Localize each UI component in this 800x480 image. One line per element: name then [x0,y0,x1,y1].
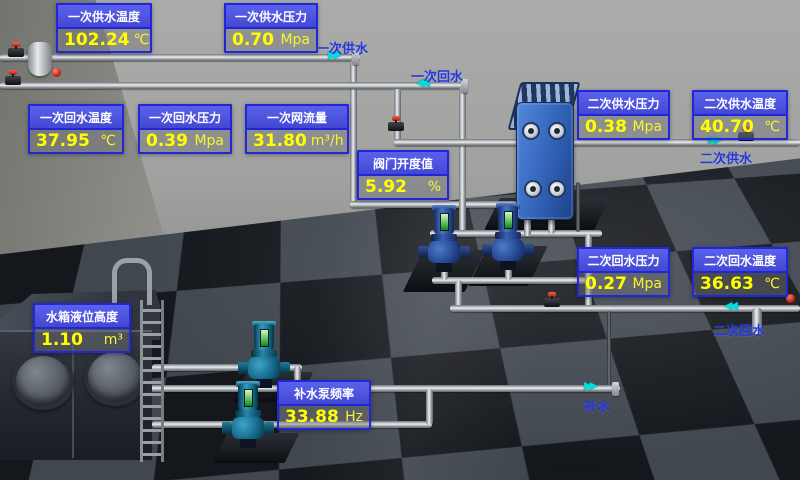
gauge-secondary-return-pressure: 二次回水压力 0.27 Mpa [577,247,670,297]
gauge-value: 33.88 [285,407,339,427]
gauge-title: 一次供水压力 [226,5,316,29]
gauge-secondary-supply-pressure: 二次供水压力 0.38 Mpa [577,90,670,140]
gauge-readout: 1.10 m³ [35,329,129,351]
gauge-unit: Mpa [190,133,224,149]
supply-valve-icon [8,48,24,57]
gauge-primary-supply-pressure: 一次供水压力 0.70 Mpa [224,3,318,53]
return-valve-icon [5,76,21,85]
gauge-primary-network-flow: 一次网流量 31.80 m³/h [245,104,349,154]
gauge-unit: Hz [341,409,363,425]
pipe-label-makeup-water: 补水 [584,396,610,415]
gauge-primary-return-pressure: 一次回水压力 0.39 Mpa [138,104,232,154]
gauge-value: 36.63 [700,274,754,294]
gauge-readout: 40.70 ℃ [694,116,786,138]
pipe-label-secondary-supply: 二次供水 [700,148,752,167]
gauge-unit: ℃ [130,32,150,48]
gauge-value: 0.70 [232,30,274,50]
hx-port-icon [548,180,566,198]
gauge-title: 二次供水温度 [694,92,786,116]
gauge-value: 0.27 [585,274,627,294]
pump-status-window [260,329,269,347]
circulation-pump-1 [426,208,462,272]
gauge-tank-level: 水箱液位高度 1.10 m³ [33,303,131,353]
pipe-flange [612,382,619,396]
circulation-pump-2 [490,206,526,270]
strainer-vessel [28,42,52,76]
gauge-valve-opening: 阀门开度值 5.92 % [357,150,449,200]
pipe-makeup-water [150,385,620,392]
flow-arrow-right-icon: ▶▶ [584,381,595,391]
secondary-return-valve-icon [544,298,560,307]
hx-port-icon [548,122,566,140]
hx-port-icon [524,180,542,198]
gauge-value: 1.10 [41,330,83,350]
gauge-readout: 36.63 ℃ [694,273,786,295]
tank-manhole-icon [12,352,74,410]
gauge-unit: Mpa [628,276,662,292]
gauge-title: 补水泵频率 [279,382,369,406]
gauge-readout: 0.27 Mpa [579,273,668,295]
gauge-unit: m³ [100,332,123,348]
gauge-value: 0.39 [146,131,188,151]
gauge-readout: 102.24 ℃ [58,29,150,51]
pipe-lower-connector [426,389,433,425]
gauge-value: 0.38 [585,117,627,137]
pipe-label-secondary-return: 二次回水 [713,320,765,339]
makeup-pump-1 [246,324,282,388]
pipe-makeup-riser [607,311,611,387]
hmi-heat-station-scene: ▶▶ ◀◀ ▶▶ ◀◀ ▶▶ [0,0,800,480]
gauge-title: 水箱液位高度 [35,305,129,329]
tank-ladder [140,300,164,462]
gauge-value: 40.70 [700,117,754,137]
gauge-unit: ℃ [760,276,780,292]
gauge-primary-supply-temp: 一次供水温度 102.24 ℃ [56,3,152,53]
plate-heat-exchanger [512,82,578,218]
pipe-primary-return [0,82,468,89]
gauge-readout: 0.39 Mpa [140,130,230,152]
tank-vent-pipe [112,258,152,305]
gauge-primary-return-temp: 一次回水温度 37.95 ℃ [28,104,124,154]
gauge-title: 二次回水压力 [579,249,668,273]
hx-port-icon [522,122,540,140]
tank-manhole-icon [84,348,146,406]
gauge-unit: % [424,179,441,195]
control-valve-icon [388,122,404,131]
hx-body [516,102,574,220]
pipe-label-primary-supply: 一次供水 [316,38,368,57]
gauge-readout: 33.88 Hz [279,406,369,428]
pump-status-window [504,211,513,229]
gauge-title: 一次网流量 [247,106,347,130]
gauge-value: 5.92 [365,177,407,197]
gauge-unit: Mpa [276,32,310,48]
pipe-primary-supply [0,54,360,61]
gauge-title: 一次回水压力 [140,106,230,130]
gauge-unit: ℃ [96,133,116,149]
pipe-secondary-return [450,305,800,312]
pump-status-window [244,389,253,407]
makeup-pump-2 [230,384,266,448]
gauge-unit: ℃ [760,119,780,135]
small-red-valve-icon [52,68,61,77]
gauge-readout: 37.95 ℃ [30,130,122,152]
pipe-label-primary-return: 一次回水 [411,66,463,85]
gauge-title: 一次供水温度 [58,5,150,29]
gauge-title: 二次回水温度 [694,249,786,273]
gauge-title: 二次供水压力 [579,92,668,116]
gauge-makeup-pump-frequency: 补水泵频率 33.88 Hz [277,380,371,430]
gauge-value: 37.95 [36,131,90,151]
gauge-value: 102.24 [64,30,130,50]
gauge-unit: m³/h [307,133,344,149]
gauge-readout: 0.70 Mpa [226,29,316,51]
gauge-secondary-supply-temp: 二次供水温度 40.70 ℃ [692,90,788,140]
pump-status-window [440,213,449,231]
gauge-title: 阀门开度值 [359,152,447,176]
gauge-readout: 0.38 Mpa [579,116,668,138]
flow-arrow-left-icon: ◀◀ [724,301,735,311]
gauge-readout: 31.80 m³/h [247,130,347,152]
gauge-title: 一次回水温度 [30,106,122,130]
gauge-value: 31.80 [253,131,307,151]
gauge-secondary-return-temp: 二次回水温度 36.63 ℃ [692,247,788,297]
gauge-readout: 5.92 % [359,176,447,198]
gauge-unit: Mpa [628,119,662,135]
